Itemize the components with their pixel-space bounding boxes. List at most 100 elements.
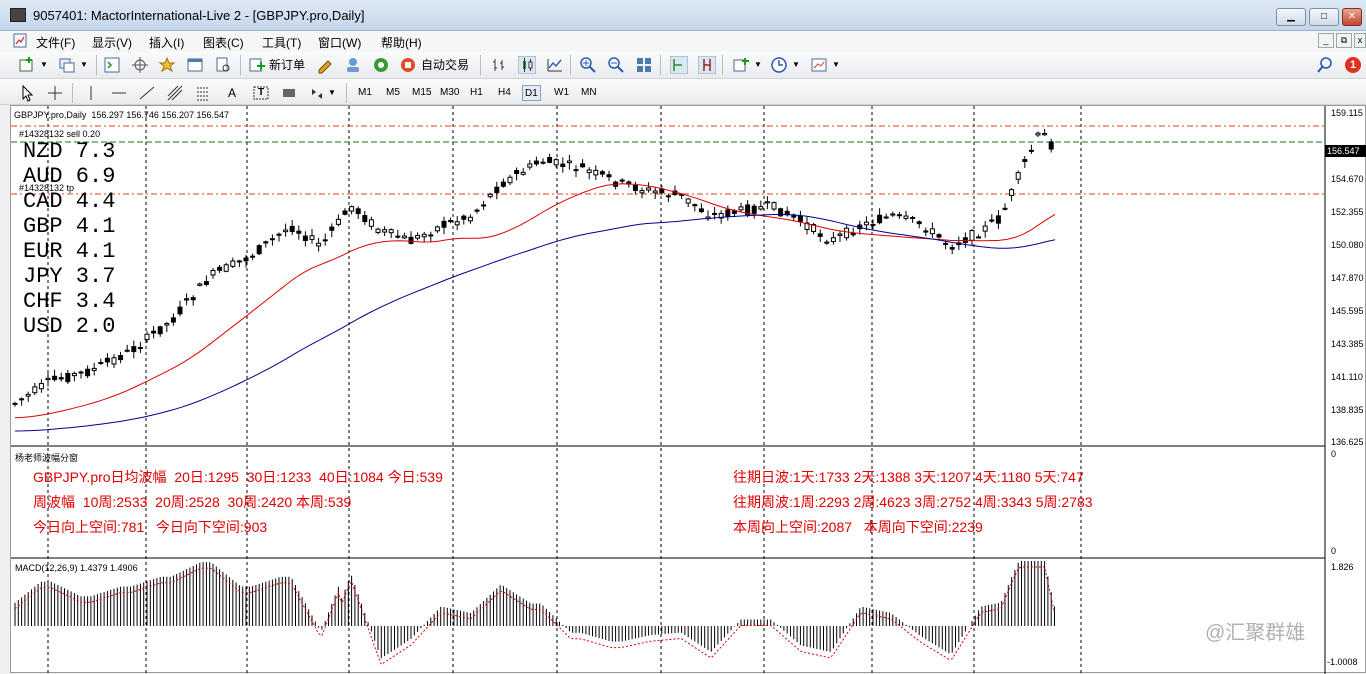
- vertical-line-icon[interactable]: [82, 84, 100, 102]
- candle-body: [692, 204, 698, 207]
- channel-icon[interactable]: [166, 84, 184, 102]
- candle-body: [289, 225, 295, 232]
- cursor-icon[interactable]: [18, 84, 36, 102]
- candle-body: [593, 169, 599, 176]
- clock-icon[interactable]: [770, 56, 788, 74]
- candle-body: [428, 234, 434, 237]
- dropdown-arrow-icon[interactable]: ▼: [328, 84, 336, 102]
- zoom-out-icon[interactable]: [607, 56, 625, 74]
- timeframe-w1[interactable]: W1: [552, 85, 571, 101]
- horizontal-line-icon[interactable]: [110, 84, 128, 102]
- candle-body: [573, 169, 579, 172]
- ma-slow-line: [14, 214, 1056, 432]
- chart-canvas[interactable]: [11, 106, 1366, 674]
- candle-body: [995, 215, 1001, 224]
- menu-window[interactable]: 窗口(W): [318, 34, 361, 51]
- candle-body: [870, 223, 876, 226]
- candle-body: [599, 171, 605, 175]
- candle-body: [936, 234, 942, 238]
- candle-body: [685, 198, 691, 204]
- crosshair-navigator-icon[interactable]: [131, 56, 149, 74]
- menu-file[interactable]: 文件(F): [36, 34, 75, 51]
- timeframe-h1[interactable]: H1: [468, 85, 485, 101]
- child-minimize-button[interactable]: _: [1318, 33, 1334, 48]
- candle-body: [256, 245, 262, 255]
- new-order-button[interactable]: 新订单: [269, 56, 305, 74]
- strength-row: EUR 4.1: [23, 239, 115, 264]
- candle-body: [976, 236, 982, 239]
- candlestick-icon[interactable]: [518, 56, 536, 74]
- candle-body: [177, 306, 183, 315]
- new-order-icon[interactable]: [248, 56, 266, 74]
- dropdown-arrow-icon[interactable]: ▼: [792, 56, 800, 74]
- auto-trade-icon[interactable]: [399, 56, 417, 74]
- chart-window[interactable]: GBPJPY.pro,Daily 156.297 156.746 156.207…: [10, 105, 1366, 674]
- zoom-in-icon[interactable]: [579, 56, 597, 74]
- auto-trade-button[interactable]: 自动交易: [421, 56, 469, 74]
- timeframe-m30[interactable]: M30: [438, 85, 461, 101]
- market-watch-icon[interactable]: [103, 56, 121, 74]
- dropdown-arrow-icon[interactable]: ▼: [754, 56, 762, 74]
- search-icon[interactable]: [1316, 56, 1334, 74]
- dropdown-arrow-icon[interactable]: ▼: [40, 56, 48, 74]
- notification-count: 1: [1350, 59, 1357, 71]
- candle-body: [85, 368, 91, 377]
- menu-view[interactable]: 显示(V): [92, 34, 132, 51]
- text-tool-button[interactable]: A: [228, 84, 236, 102]
- chart-header-text: GBPJPY.pro,Daily 156.297 156.746 156.207…: [14, 110, 229, 120]
- timeframe-m15[interactable]: M15: [410, 85, 433, 101]
- child-restore-button[interactable]: ⧉: [1336, 33, 1352, 48]
- arrows-icon[interactable]: [308, 84, 326, 102]
- candle-body: [698, 208, 704, 213]
- dropdown-arrow-icon[interactable]: ▼: [832, 56, 840, 74]
- templates-icon[interactable]: [810, 56, 828, 74]
- menu-insert[interactable]: 插入(I): [149, 34, 184, 51]
- minimize-button[interactable]: ▁: [1276, 8, 1306, 26]
- candle-body: [929, 228, 935, 235]
- timeframe-mn[interactable]: MN: [579, 85, 599, 101]
- timeframe-m5[interactable]: M5: [384, 85, 402, 101]
- price-axis-label: 154.670: [1331, 174, 1364, 184]
- maximize-button[interactable]: □: [1309, 8, 1339, 26]
- menu-charts[interactable]: 图表(C): [203, 34, 244, 51]
- line-chart-icon[interactable]: [546, 56, 564, 74]
- candle-body: [250, 255, 256, 258]
- indicators-icon[interactable]: [732, 56, 750, 74]
- terminal-icon[interactable]: [186, 56, 204, 74]
- trend-line-icon[interactable]: [138, 84, 156, 102]
- signal-icon[interactable]: [372, 56, 390, 74]
- new-chart-icon[interactable]: [18, 56, 36, 74]
- fibonacci-icon[interactable]: [194, 84, 212, 102]
- child-close-button[interactable]: x: [1354, 33, 1366, 48]
- user-icon[interactable]: [344, 56, 362, 74]
- timeframe-h4[interactable]: H4: [496, 85, 513, 101]
- pencil-icon[interactable]: [316, 56, 334, 74]
- dropdown-arrow-icon[interactable]: ▼: [80, 56, 88, 74]
- chart-shift-icon[interactable]: [698, 56, 716, 74]
- favorites-icon[interactable]: [158, 56, 176, 74]
- rectangle-icon[interactable]: [280, 84, 298, 102]
- profiles-icon[interactable]: [58, 56, 76, 74]
- autoscroll-icon[interactable]: [670, 56, 688, 74]
- candle-body: [382, 229, 388, 233]
- tile-windows-icon[interactable]: [635, 56, 653, 74]
- menu-help[interactable]: 帮助(H): [381, 34, 422, 51]
- bar-chart-icon[interactable]: [490, 56, 508, 74]
- timeframe-m1[interactable]: M1: [356, 85, 374, 101]
- candle-body: [844, 227, 850, 239]
- strength-value: 3.4: [62, 289, 116, 314]
- tester-icon[interactable]: [214, 56, 232, 74]
- candle-body: [448, 220, 454, 223]
- close-button[interactable]: ✕: [1342, 8, 1362, 26]
- candle-body: [131, 346, 137, 353]
- candle-body: [1009, 189, 1015, 196]
- crosshair-icon[interactable]: [46, 84, 64, 102]
- candle-body: [883, 216, 889, 219]
- menu-tools[interactable]: 工具(T): [262, 34, 301, 51]
- candle-body: [263, 241, 269, 244]
- candle-body: [104, 357, 110, 363]
- candle-body: [335, 218, 341, 225]
- timeframe-d1[interactable]: D1: [522, 85, 541, 101]
- strength-row: AUD 6.9: [23, 164, 115, 189]
- strength-value: 2.0: [62, 314, 116, 339]
